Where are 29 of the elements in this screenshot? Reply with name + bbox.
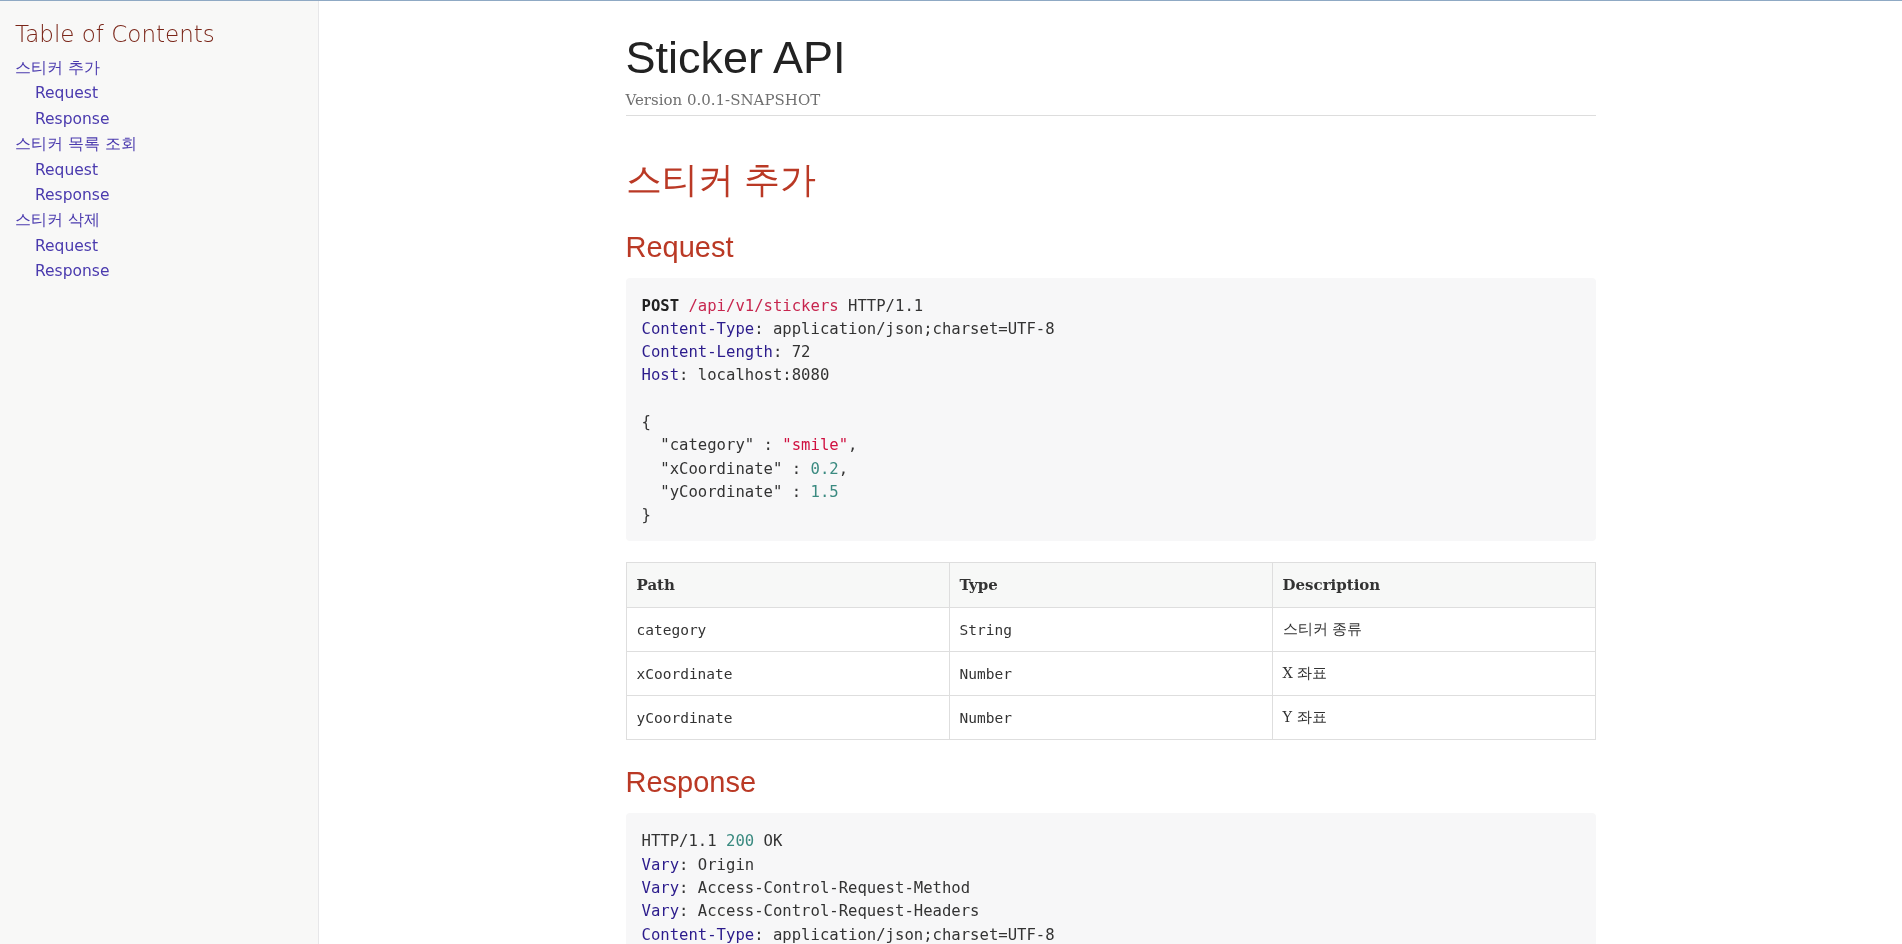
table-cell: Number	[949, 651, 1272, 696]
code-block: HTTP/1.1 200 OK Vary: Origin Vary: Access-Control-Request-Method Vary: Access-Control-Request-Headers Content-Type: application/json;charset=UTF-8	[625, 813, 1596, 944]
table-cell: Number	[949, 695, 1272, 740]
toc-link[interactable]: 스티커 삭제	[15, 208, 100, 234]
column-header: Description	[1272, 562, 1595, 608]
table-cell: X 좌표	[1272, 651, 1595, 696]
toc-title: Table of Contents	[15, 21, 216, 47]
toc-link[interactable]: Response	[35, 183, 110, 209]
table-cell: category	[626, 607, 949, 652]
toc-link[interactable]: Request	[35, 157, 98, 184]
table-cell: xCoordinate	[626, 651, 949, 696]
document-title: Sticker API	[625, 33, 847, 83]
column-header: Path	[626, 562, 949, 608]
table-cell: String	[949, 607, 1272, 652]
toc-link[interactable]: 스티커 목록 조회	[15, 132, 137, 158]
toc-link[interactable]: Request	[35, 81, 98, 107]
toc-link[interactable]: Response	[35, 259, 110, 285]
toc-link[interactable]: Response	[35, 106, 110, 133]
toc-link[interactable]: 스티커 추가	[15, 56, 100, 82]
subsection-heading: Request	[625, 230, 735, 264]
table-cell: 스티커 종류	[1272, 607, 1595, 652]
subsection-heading: Response	[625, 766, 758, 800]
code-block: POST /api/v1/stickers HTTP/1.1 Content-Type: application/json;charset=UTF-8 Content-Length: 72 Host: localhost:8080 { "category" : "smile", "xCoordinate" : 0.2, "yCoordinate" : 1.5 }	[625, 277, 1596, 542]
version-label: Version 0.0.1-SNAPSHOT	[625, 90, 821, 109]
toc-link[interactable]: Request	[35, 233, 98, 260]
table-cell: yCoordinate	[626, 695, 949, 740]
section-heading: 스티커 추가	[625, 157, 817, 202]
table-cell: Y 좌표	[1272, 695, 1595, 740]
column-header: Type	[949, 562, 1272, 608]
